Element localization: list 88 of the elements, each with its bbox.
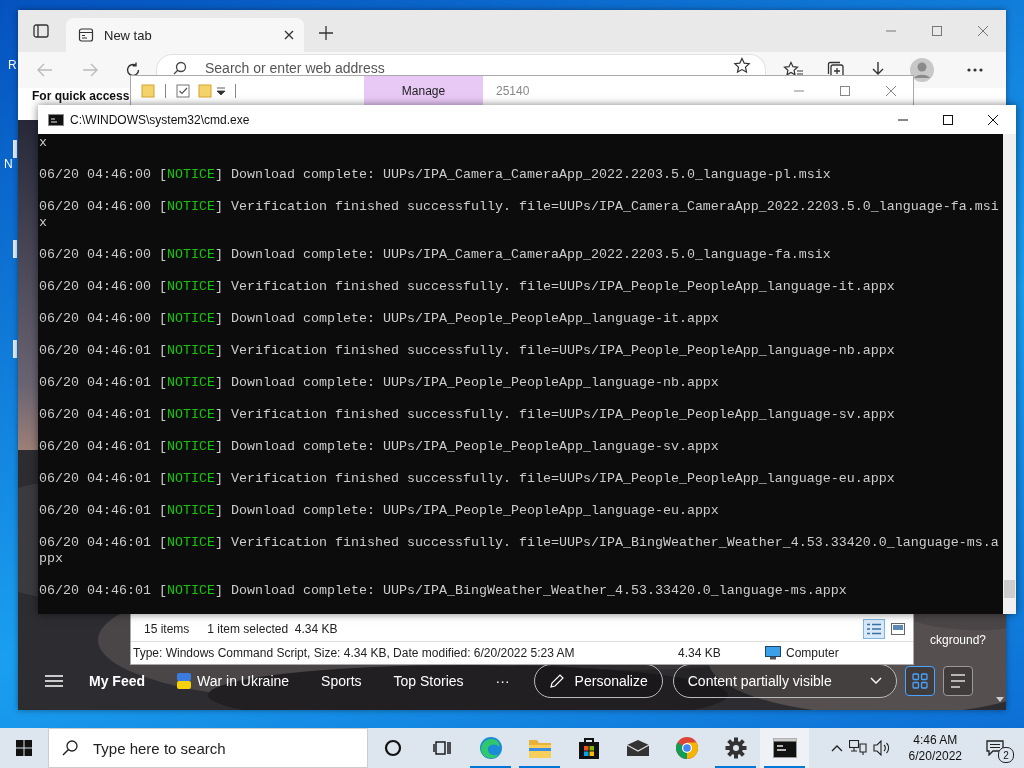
- feed-nav-link[interactable]: My Feed: [89, 673, 145, 689]
- clock-time[interactable]: 4:46 AM: [913, 732, 958, 748]
- refresh-icon[interactable]: [125, 62, 141, 78]
- log-line: 06/20 04:46:01 [NOTICE] Verification finished successfully. file=UUPs/IPA_People_PeopleApp_language-nb.appx: [39, 343, 896, 359]
- running-indicator: [715, 766, 756, 768]
- location-label: Computer: [786, 646, 839, 660]
- dropdown-icon[interactable]: [217, 86, 225, 95]
- log-line: 06/20 04:46:01 [NOTICE] Verification finished successfully. file=UUPs/IPA_BingWeather_Weather_4.53.33420.0_language-ms.appx: [39, 535, 1000, 567]
- log-line: x: [39, 135, 48, 151]
- visibility-dropdown[interactable]: Content partially visible: [672, 664, 897, 698]
- scrollbar-thumb[interactable]: [1004, 580, 1015, 598]
- terminal-icon: [48, 113, 64, 126]
- feed-nav-link[interactable]: War in Ukraine: [177, 673, 290, 689]
- browser-tab[interactable]: New tab: [66, 18, 304, 52]
- chevron-up-icon[interactable]: [830, 744, 843, 752]
- running-indicator: [764, 766, 805, 768]
- address-field[interactable]: Search or enter web address: [157, 55, 765, 75]
- desktop-icon-label: N: [4, 157, 13, 171]
- chevron-down-icon: [869, 677, 882, 685]
- feed-text: ckground?: [930, 633, 987, 647]
- feed-nav-link[interactable]: Sports: [321, 673, 362, 689]
- shopping-bag-icon: [577, 736, 600, 760]
- more-icon[interactable]: [967, 68, 983, 72]
- envelope-icon: [625, 739, 650, 757]
- taskbar-app-button[interactable]: [760, 728, 809, 768]
- profile-avatar-icon[interactable]: [910, 58, 934, 82]
- log-line: 06/20 04:46:01 [NOTICE] Download complete: UUPs/IPA_People_PeopleApp_language-eu.appx: [39, 503, 720, 519]
- scrollbar[interactable]: [1003, 134, 1016, 614]
- taskbar-search-field[interactable]: Type here to search: [48, 728, 368, 768]
- properties-icon[interactable]: [176, 83, 190, 98]
- circle-icon: [383, 739, 402, 757]
- maximize-icon[interactable]: [943, 114, 953, 125]
- new-tab-icon[interactable]: [319, 26, 333, 40]
- close-icon[interactable]: [988, 114, 998, 125]
- task-view-icon: [432, 739, 451, 757]
- notification-badge: 2: [998, 747, 1014, 763]
- log-line: 06/20 04:46:01 [NOTICE] Verification finished successfully. file=UUPs/IPA_People_PeopleApp_language-sv.appx: [39, 407, 896, 423]
- details-list-icon: [867, 623, 881, 635]
- log-line: 06/20 04:46:01 [NOTICE] Download complete: UUPs/IPA_BingWeather_Weather_4.53.33420.0_language-ms.appx: [39, 583, 848, 599]
- scroll-down-icon[interactable]: [996, 697, 1004, 702]
- page-icon: [78, 27, 94, 43]
- search-icon: [173, 61, 187, 75]
- ribbon-tab[interactable]: Manage: [364, 76, 483, 105]
- page-heading: For quick access: [32, 89, 130, 103]
- item-count: 15 items: [144, 622, 190, 636]
- running-indicator: [470, 766, 511, 768]
- pencil-icon: [548, 673, 565, 689]
- chrome-icon: [674, 736, 699, 760]
- grid-icon: [911, 673, 928, 689]
- file-details: Type: Windows Command Script, Size: 4.34 KB, Date modified: 6/20/2022 5:23 AM: [133, 646, 576, 660]
- close-icon[interactable]: [284, 30, 294, 40]
- tiles-icon: [891, 623, 905, 635]
- clock-date[interactable]: 6/20/2022: [908, 748, 962, 764]
- speaker-icon[interactable]: [872, 740, 891, 756]
- window-title: 25140: [496, 83, 530, 98]
- search-icon: [62, 740, 78, 756]
- details-view-button[interactable]: [863, 619, 885, 639]
- log-line: 06/20 04:46:00 [NOTICE] Download complete: UUPs/IPA_Camera_CameraApp_2022.2203.5.0_language-pl.msix: [39, 167, 832, 183]
- log-line: 06/20 04:46:01 [NOTICE] Download complete: UUPs/IPA_People_PeopleApp_language-nb.appx: [39, 375, 720, 391]
- settings-icon: [724, 737, 747, 759]
- edge-icon: [478, 736, 503, 760]
- tab-actions-icon[interactable]: [33, 23, 49, 39]
- log-line: 06/20 04:46:01 [NOTICE] Verification finished successfully. file=UUPs/IPA_People_PeopleApp_language-eu.appx: [39, 471, 896, 487]
- log-line: 06/20 04:46:00 [NOTICE] Download complete: UUPs/IPA_Camera_CameraApp_2022.2203.5.0_language-fa.msix: [39, 247, 832, 263]
- windows-start-icon[interactable]: [16, 740, 32, 756]
- log-line: 06/20 04:46:00 [NOTICE] Verification finished successfully. file=UUPs/IPA_Camera_CameraApp_2022.2203.5.0_language-fa.msix: [39, 199, 1000, 231]
- desktop-icon-label: R: [8, 58, 17, 72]
- list-layout-button[interactable]: [942, 666, 973, 696]
- log-line: 06/20 04:46:00 [NOTICE] Verification finished successfully. file=UUPs/IPA_People_PeopleApp_language-it.appx: [39, 279, 896, 295]
- folder-icon: [527, 737, 552, 759]
- window-title: C:\WINDOWS\system32\cmd.exe: [70, 112, 250, 127]
- selection-info: 1 item selected 4.34 KB: [207, 622, 338, 636]
- personalize-button[interactable]: Personalize: [533, 664, 663, 698]
- feed-nav-link[interactable]: ···: [495, 673, 510, 689]
- feed-nav-link[interactable]: Top Stories: [393, 673, 464, 689]
- notification-icon[interactable]: [986, 740, 1004, 756]
- add-favorite-icon[interactable]: [733, 57, 751, 75]
- computer-icon: [765, 646, 781, 660]
- file-size: 4.34 KB: [678, 646, 722, 660]
- flag-icon: [177, 673, 191, 689]
- network-icon[interactable]: [848, 740, 867, 756]
- menu-icon[interactable]: [45, 674, 63, 688]
- grid-layout-button[interactable]: [904, 666, 935, 696]
- log-line: 06/20 04:46:01 [NOTICE] Download complete: UUPs/IPA_People_PeopleApp_language-sv.appx: [39, 439, 720, 455]
- list-icon: [949, 674, 966, 688]
- terminal-icon: [772, 738, 797, 758]
- log-line: 06/20 04:46:00 [NOTICE] Download complete: UUPs/IPA_People_PeopleApp_language-it.appx: [39, 311, 720, 327]
- running-indicator: [519, 766, 560, 768]
